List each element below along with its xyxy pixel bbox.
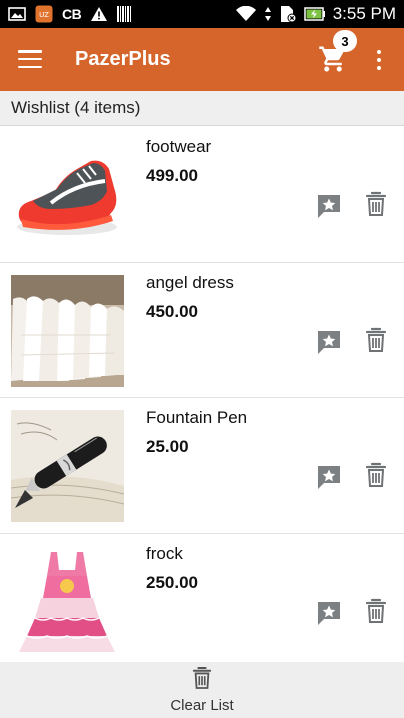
app-notification-icon: UZ: [35, 5, 53, 23]
app-bar: PazerPlus 3: [0, 28, 404, 91]
wifi-icon: [235, 6, 257, 22]
item-name: footwear: [146, 137, 212, 156]
trash-icon: [192, 666, 212, 695]
carrier-cb-icon: CB: [62, 6, 82, 22]
list-item[interactable]: footwear 499.00: [0, 127, 404, 263]
barcode-icon: [117, 6, 132, 22]
item-price: 450.00: [146, 301, 198, 321]
list-item[interactable]: Fountain Pen 25.00: [0, 398, 404, 534]
trash-icon[interactable]: [365, 191, 387, 217]
gallery-icon: [8, 7, 26, 21]
item-price: 250.00: [146, 572, 198, 592]
pink-frock-image: [11, 545, 124, 658]
wishlist-header: Wishlist (4 items): [0, 91, 404, 126]
more-vert-icon[interactable]: [372, 50, 386, 70]
warning-icon: [90, 6, 108, 22]
cart-count-badge: 3: [333, 30, 357, 52]
data-arrows-icon: [264, 6, 272, 22]
status-time: 3:55 PM: [332, 4, 396, 23]
status-right: 3:55 PM: [235, 4, 396, 24]
trash-icon[interactable]: [365, 598, 387, 624]
status-left: UZ CB: [8, 5, 132, 23]
fountain-pen-image: [11, 410, 124, 522]
clear-list-label: Clear List: [170, 697, 234, 714]
trash-icon[interactable]: [365, 462, 387, 488]
svg-text:UZ: UZ: [39, 11, 49, 19]
battery-charging-icon: [303, 7, 326, 21]
clear-list-button[interactable]: Clear List: [0, 662, 404, 718]
status-bar: UZ CB 3:55 PM: [0, 0, 404, 28]
star-feedback-icon[interactable]: [316, 193, 342, 219]
star-feedback-icon[interactable]: [316, 329, 342, 355]
item-name: angel dress: [146, 272, 234, 292]
item-name: frock: [146, 543, 183, 563]
item-price: 25.00: [146, 437, 189, 456]
no-sim-icon: [279, 5, 297, 23]
list-item[interactable]: frock 250.00: [0, 534, 404, 669]
trash-icon[interactable]: [365, 327, 387, 353]
white-dresses-image: [11, 274, 124, 387]
red-sneaker-image: [11, 139, 124, 251]
wishlist-list: footwear 499.00 angel dress 450.00 Fount…: [0, 127, 404, 669]
item-price: 499.00: [146, 166, 198, 185]
hamburger-menu-icon[interactable]: [18, 48, 42, 70]
star-feedback-icon[interactable]: [316, 464, 342, 490]
app-title: PazerPlus: [75, 48, 171, 70]
list-item[interactable]: angel dress 450.00: [0, 263, 404, 398]
star-feedback-icon[interactable]: [316, 600, 342, 626]
item-name: Fountain Pen: [146, 408, 248, 427]
